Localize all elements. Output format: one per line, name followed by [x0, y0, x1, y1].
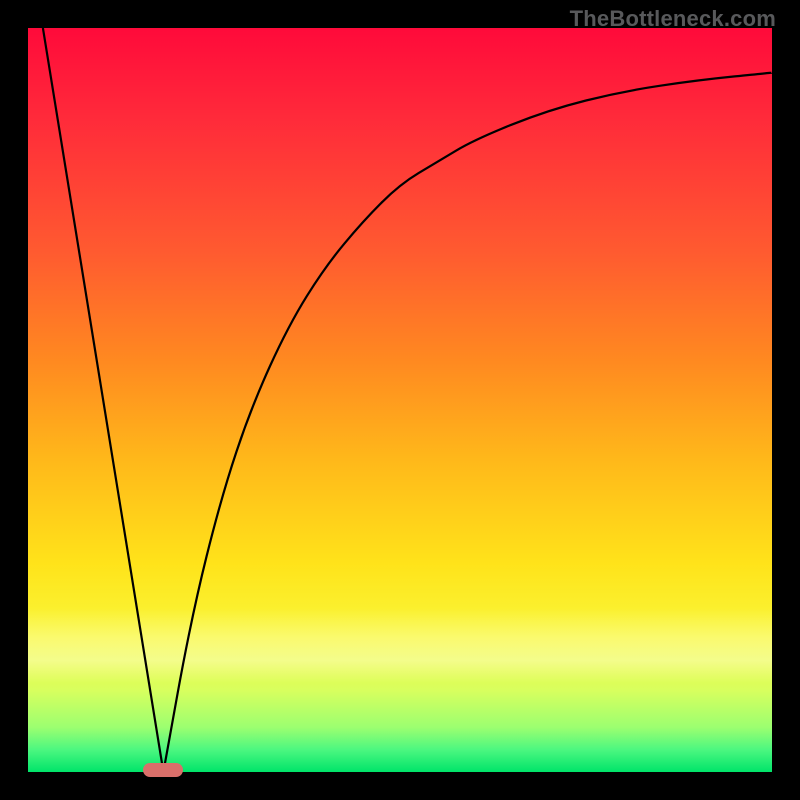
bottleneck-floor-marker [143, 763, 183, 777]
chart-frame: TheBottleneck.com [0, 0, 800, 800]
curve-layer [28, 28, 772, 772]
left-descent-line [43, 28, 163, 772]
right-ascent-curve [163, 73, 772, 772]
plot-area [28, 28, 772, 772]
